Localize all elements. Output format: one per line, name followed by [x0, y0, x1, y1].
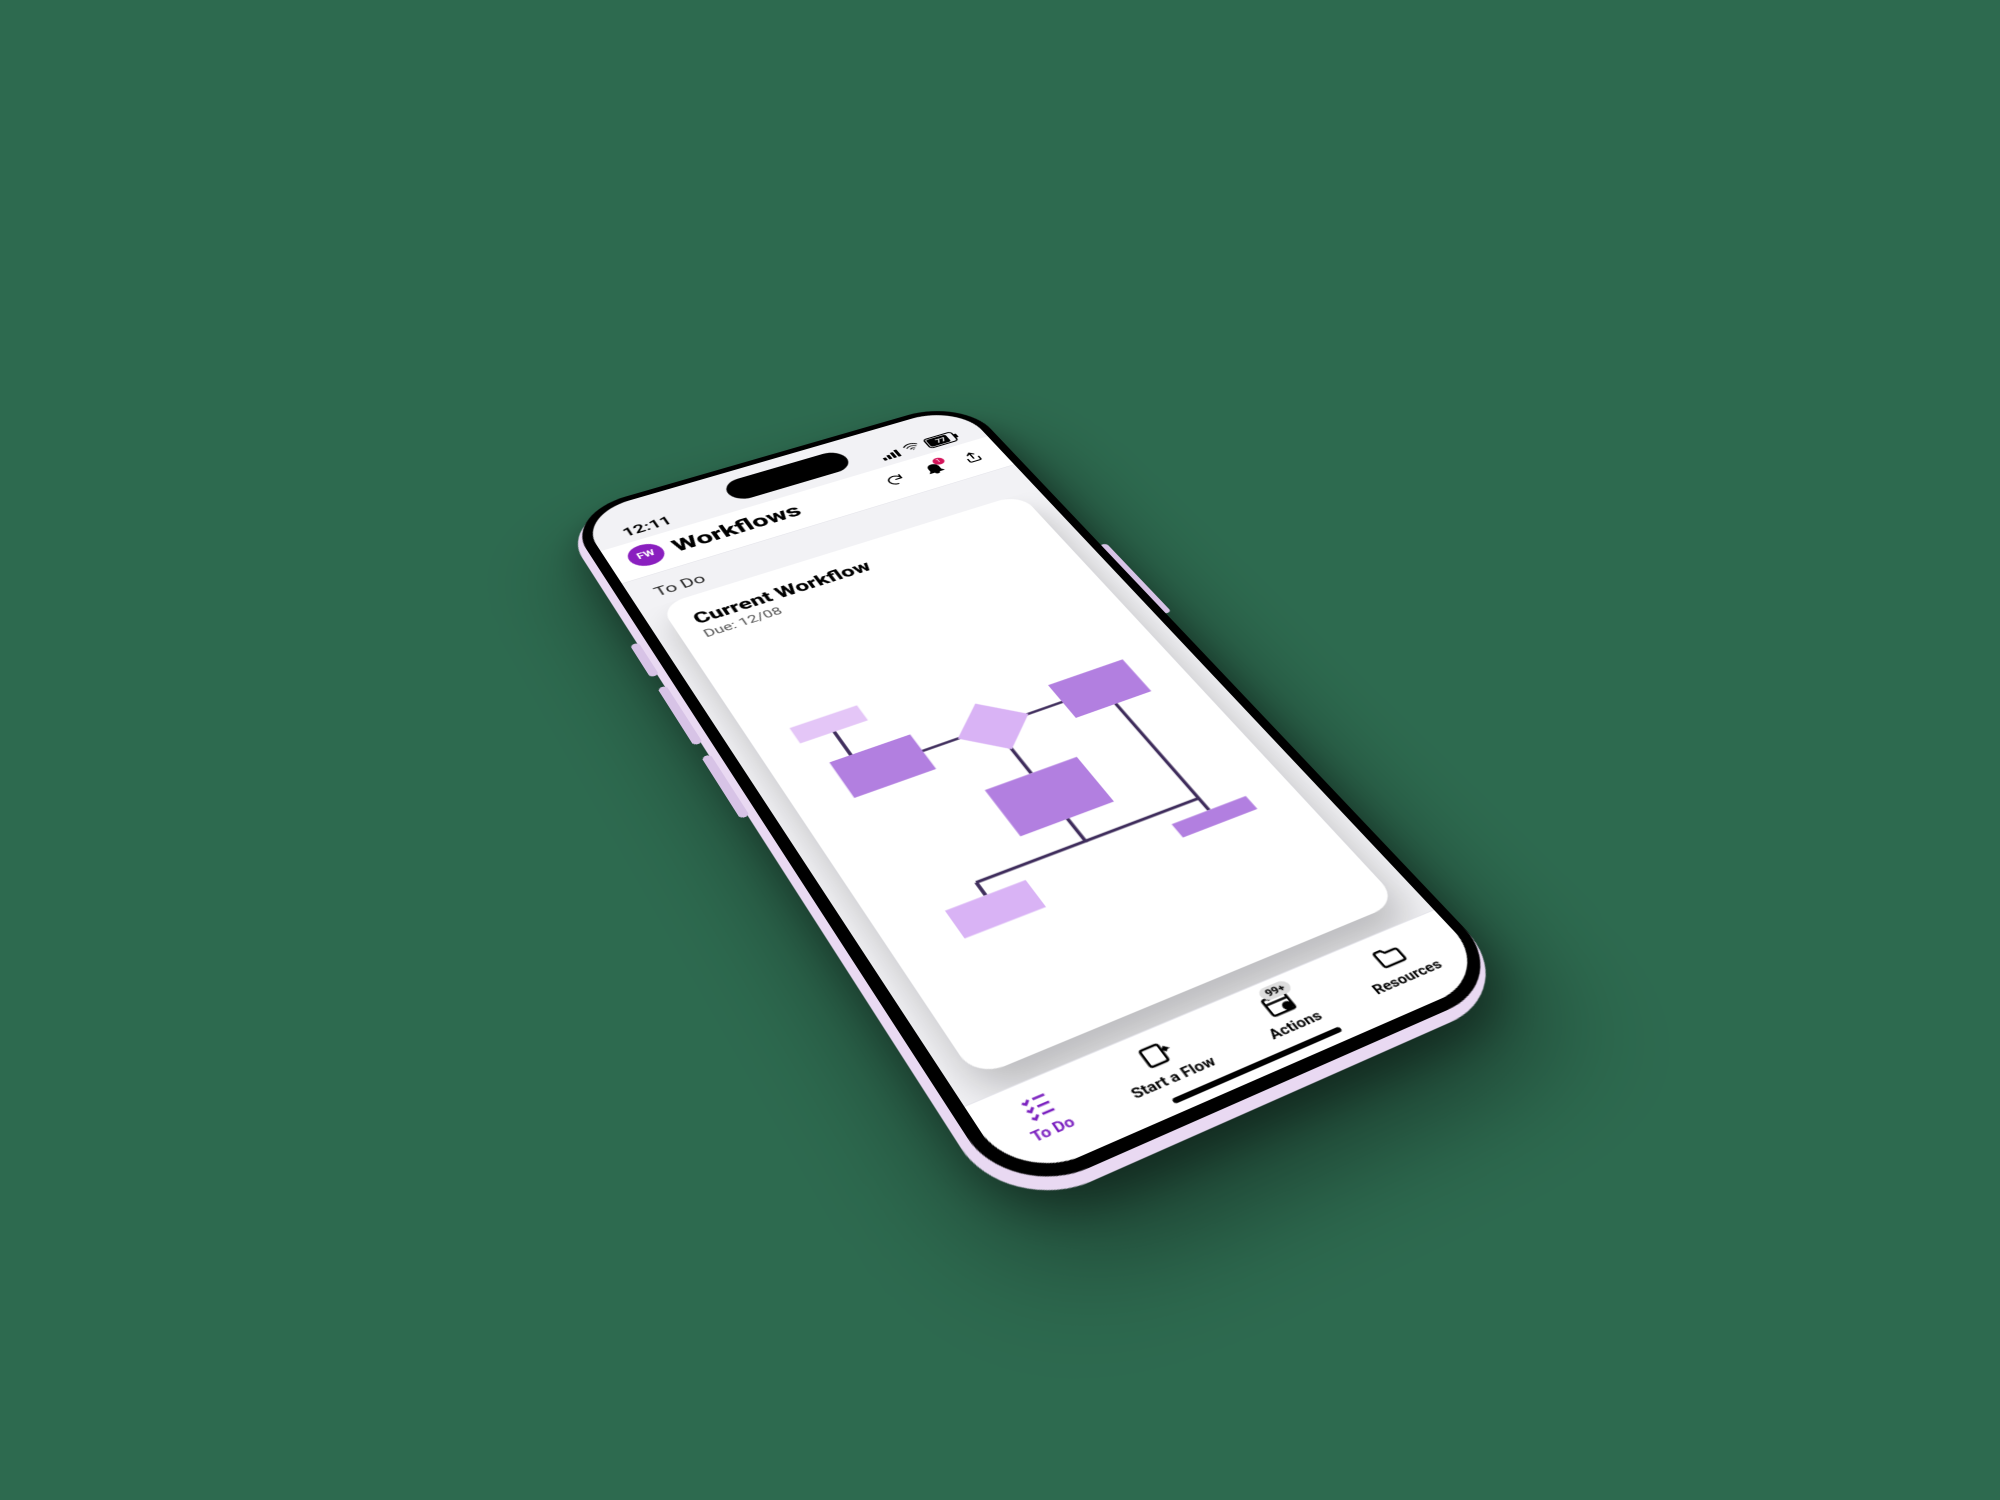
tab-resources[interactable]: Resources	[1346, 932, 1446, 998]
phone-mockup: 12:11 77	[558, 403, 1522, 1219]
wifi-icon	[900, 441, 925, 457]
share-icon	[959, 449, 987, 465]
battery-level: 77	[933, 436, 947, 444]
battery-indicator: 77	[922, 431, 959, 449]
workflow-diagram	[708, 536, 1367, 1053]
cellular-signal-icon	[879, 449, 901, 460]
tab-todo[interactable]: To Do	[1008, 1085, 1079, 1146]
notifications-button[interactable]: 1	[918, 459, 950, 478]
share-button[interactable]	[956, 448, 988, 466]
tab-actions[interactable]: 99+ Actions	[1243, 982, 1326, 1043]
avatar-initials: FW	[635, 548, 657, 561]
phone-screen: 12:11 77	[577, 405, 1495, 1185]
profile-avatar[interactable]: FW	[623, 540, 670, 569]
refresh-button[interactable]	[879, 471, 911, 490]
refresh-icon	[882, 472, 910, 488]
